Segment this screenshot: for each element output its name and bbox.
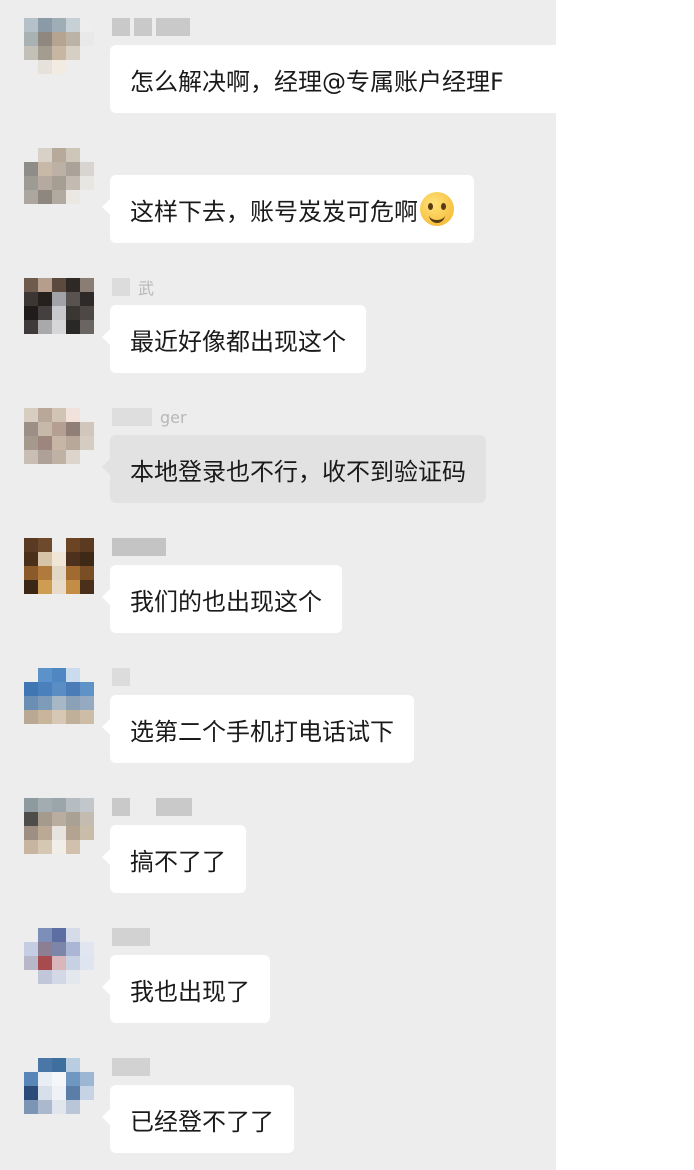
sender-name-obscured xyxy=(112,1056,150,1078)
smile-emoji-icon xyxy=(420,192,454,226)
message-text: 搞不了了 xyxy=(130,847,226,876)
sender-name-obscured xyxy=(112,666,130,688)
message-bubble[interactable]: 本地登录也不行，收不到验证码 xyxy=(102,435,486,503)
message-row: 选第二个手机打电话试下 xyxy=(0,662,556,792)
avatar[interactable] xyxy=(24,408,94,478)
sender-name-obscured: 武 xyxy=(112,276,154,298)
message-bubble[interactable]: 选第二个手机打电话试下 xyxy=(102,695,414,763)
sender-name-obscured xyxy=(112,16,190,38)
message-row: 这样下去，账号岌岌可危啊 xyxy=(0,142,556,272)
avatar[interactable] xyxy=(24,538,94,608)
message-text: 我也出现了 xyxy=(130,977,250,1006)
message-row: 我也出现了 xyxy=(0,922,556,1052)
message-text: 已经登不了了 xyxy=(130,1107,274,1136)
message-bubble[interactable]: 这样下去，账号岌岌可危啊 xyxy=(102,175,474,243)
message-row: 我们的也出现这个 xyxy=(0,532,556,662)
message-row: 武 最近好像都出现这个 xyxy=(0,272,556,402)
message-bubble[interactable]: 最近好像都出现这个 xyxy=(102,305,366,373)
message-bubble[interactable]: 我们的也出现这个 xyxy=(102,565,342,633)
avatar[interactable] xyxy=(24,798,94,868)
message-bubble[interactable]: 怎么解决啊，经理@专属账户经理F xyxy=(110,45,556,113)
avatar[interactable] xyxy=(24,18,94,88)
sender-name-obscured xyxy=(112,536,166,558)
avatar[interactable] xyxy=(24,148,94,218)
message-row: 搞不了了 xyxy=(0,792,556,922)
message-text: 这样下去，账号岌岌可危啊 xyxy=(130,197,418,226)
message-row: 怎么解决啊，经理@专属账户经理F xyxy=(0,12,556,142)
chat-panel[interactable]: 怎么解决啊，经理@专属账户经理F 这样下去，账号岌岌可危啊 武 最近好像都出现这… xyxy=(0,0,556,1170)
message-text: 最近好像都出现这个 xyxy=(130,327,346,356)
message-bubble[interactable]: 搞不了了 xyxy=(102,825,246,893)
avatar[interactable] xyxy=(24,928,94,998)
sender-name-obscured xyxy=(112,926,150,948)
avatar[interactable] xyxy=(24,278,94,348)
avatar[interactable] xyxy=(24,668,94,738)
avatar[interactable] xyxy=(24,1058,94,1128)
message-bubble[interactable]: 已经登不了了 xyxy=(102,1085,294,1153)
sender-name-obscured xyxy=(112,796,192,818)
message-text: 怎么解决啊，经理@专属账户经理F xyxy=(130,67,504,96)
message-text: 我们的也出现这个 xyxy=(130,587,322,616)
message-text: 选第二个手机打电话试下 xyxy=(130,717,394,746)
message-row: 已经登不了了 xyxy=(0,1052,556,1170)
message-row: ger 本地登录也不行，收不到验证码 xyxy=(0,402,556,532)
message-bubble[interactable]: 我也出现了 xyxy=(102,955,270,1023)
sender-name-obscured: ger xyxy=(112,406,187,428)
message-text: 本地登录也不行，收不到验证码 xyxy=(130,457,466,486)
